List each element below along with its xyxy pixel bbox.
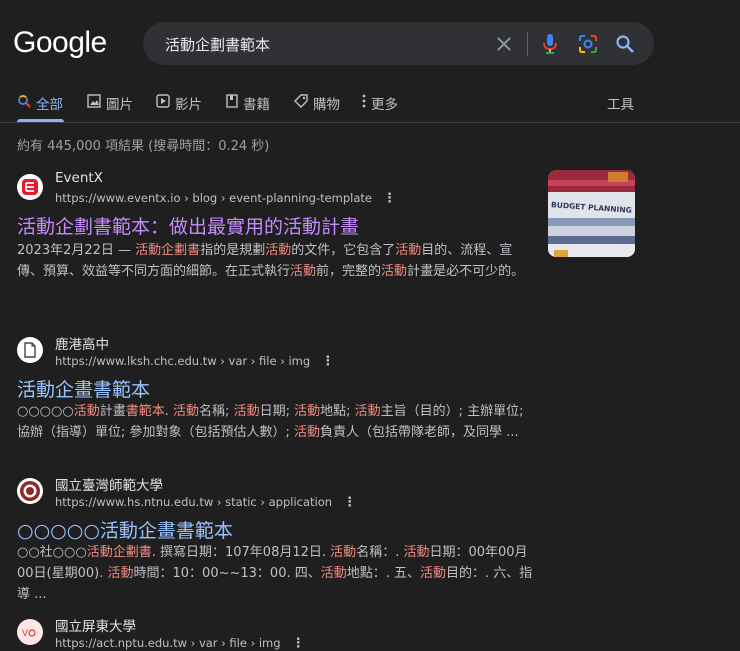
site-name[interactable]: 國立臺灣師範大學 — [55, 474, 163, 494]
image-icon — [87, 94, 101, 112]
tab-books[interactable]: 書籍 — [226, 93, 270, 113]
clear-icon[interactable] — [493, 33, 515, 55]
snippet-text: 名稱：. — [356, 545, 404, 560]
tag-icon — [294, 94, 308, 112]
search-icon — [17, 94, 31, 112]
site-name[interactable]: EventX — [55, 170, 103, 186]
tab-label: 書籍 — [243, 97, 270, 113]
microphone-icon[interactable] — [539, 33, 561, 55]
url-text: https://www.hs.ntnu.edu.tw › static › ap… — [55, 495, 333, 509]
site-name[interactable]: 鹿港高中 — [55, 333, 109, 353]
highlighted-term: 活動 — [403, 545, 430, 560]
search-input[interactable] — [163, 32, 487, 56]
lens-icon[interactable] — [577, 33, 599, 55]
result-stats: 約有 445,000 項結果 (搜尋時間：0.24 秒) — [17, 139, 270, 154]
snippet-text: 指的是規劃 — [200, 243, 266, 258]
tab-videos[interactable]: 影片 — [156, 93, 202, 113]
snippet-text: 前，完整的 — [316, 264, 382, 279]
highlighted-term: 活動 — [233, 404, 260, 419]
tab-label: 圖片 — [106, 97, 133, 113]
highlighted-term: 活動 — [265, 243, 292, 258]
tab-label: 全部 — [36, 97, 63, 113]
highlighted-term: 活動 — [330, 545, 357, 560]
result-title[interactable]: 活動企劃書範本：做出最實用的活動計畫 — [17, 212, 359, 239]
search-submit-icon[interactable] — [614, 33, 636, 55]
highlighted-term: 活動企劃書 — [135, 243, 201, 258]
tab-images[interactable]: 圖片 — [87, 93, 133, 113]
highlighted-term: 活動企劃書 — [86, 545, 152, 560]
highlighted-term: 活動 — [290, 264, 317, 279]
snippet-text: 日期; — [259, 404, 295, 419]
highlighted-term: 活動 — [73, 404, 100, 419]
result-title[interactable]: ○○○○○活動企畫書範本 — [17, 516, 233, 543]
snippet-text: 地點：. 五、 — [346, 566, 421, 581]
highlighted-term: 活動 — [420, 566, 447, 581]
snippet-text: ○○社○○○ — [17, 545, 87, 560]
result-snippet: 2023年2月22日 — 活動企劃書指的是規劃活動的文件，它包含了活動目的、流程… — [17, 240, 537, 282]
kebab-icon — [362, 94, 366, 112]
snippet-text: 地點; — [320, 404, 355, 419]
site-name[interactable]: 國立屏東大學 — [55, 615, 136, 635]
result-title[interactable]: 活動企畫書範本 — [17, 375, 150, 402]
url-text: https://www.lksh.chc.edu.tw › var › file… — [55, 354, 311, 368]
highlighted-term: 活動 — [294, 404, 321, 419]
highlighted-term: 活動 — [173, 404, 200, 419]
result-snippet: ○○社○○○活動企劃書. 撰寫日期：107年08月12日. 活動名稱：. 活動日… — [17, 542, 537, 605]
search-tabs: 全部 圖片 影片 書籍 購物 更多 工具 — [0, 89, 740, 123]
snippet-text: . 撰寫日期：107年08月12日. — [151, 545, 331, 560]
url-text: https://www.eventx.io › blog › event-pla… — [55, 191, 373, 205]
search-box[interactable] — [143, 22, 654, 65]
tab-shopping[interactable]: 購物 — [294, 93, 340, 113]
more-options-icon[interactable]: ⋮ — [383, 192, 396, 205]
snippet-text: . — [164, 404, 174, 419]
tab-label: 影片 — [175, 97, 202, 113]
url-text: https://act.nptu.edu.tw › var › file › i… — [55, 636, 281, 650]
result-snippet: ○○○○○活動計畫書範本. 活動名稱; 活動日期; 活動地點; 活動主旨（目的）… — [17, 401, 537, 443]
highlighted-term: 活動 — [107, 566, 134, 581]
snippet-text: 計畫是必不可少的。 — [407, 264, 525, 279]
eventx-favicon[interactable] — [17, 174, 43, 200]
site-url[interactable]: https://www.lksh.chc.edu.tw › var › file… — [55, 354, 334, 368]
svg-text:V: V — [22, 628, 28, 638]
result-thumbnail[interactable]: BUDGET PLANNING — [548, 170, 635, 257]
highlighted-term: 活動 — [354, 404, 381, 419]
snippet-text: 名稱; — [199, 404, 234, 419]
search-divider — [527, 32, 528, 56]
site-url[interactable]: https://www.hs.ntnu.edu.tw › static › ap… — [55, 495, 356, 509]
site-url[interactable]: https://act.nptu.edu.tw › var › file › i… — [55, 636, 305, 650]
more-options-icon[interactable]: ⋮ — [292, 637, 305, 650]
video-icon — [156, 94, 170, 112]
highlighted-term: 書範本 — [125, 404, 165, 419]
snippet-text: 負責人（包括帶隊老師，及同學 ... — [320, 425, 519, 440]
more-options-icon[interactable]: ⋮ — [321, 355, 334, 368]
highlighted-term: 活動 — [294, 425, 321, 440]
snippet-text: 2023年2月22日 — — [17, 243, 136, 258]
tab-label: 更多 — [371, 97, 398, 113]
snippet-text: 計畫 — [99, 404, 126, 419]
tab-all[interactable]: 全部 — [17, 93, 63, 113]
ntnu-favicon[interactable] — [17, 478, 43, 504]
highlighted-term: 活動 — [320, 566, 347, 581]
snippet-text: ○○○○○ — [17, 404, 74, 419]
snippet-text: 的文件，它包含了 — [291, 243, 396, 258]
document-favicon[interactable] — [17, 337, 43, 363]
tab-label: 購物 — [313, 97, 340, 113]
tools-button[interactable]: 工具 — [607, 93, 634, 113]
snippet-text: 時間：10：00~~13：00. 四、 — [133, 566, 321, 581]
active-tab-indicator — [17, 119, 64, 122]
more-options-icon[interactable]: ⋮ — [343, 496, 356, 509]
highlighted-term: 活動 — [381, 264, 408, 279]
google-logo[interactable]: Google — [13, 26, 107, 60]
book-icon — [226, 94, 238, 112]
nptu-favicon[interactable]: V — [17, 619, 43, 645]
tab-more[interactable]: 更多 — [362, 93, 398, 113]
site-url[interactable]: https://www.eventx.io › blog › event-pla… — [55, 191, 396, 205]
highlighted-term: 活動 — [395, 243, 422, 258]
